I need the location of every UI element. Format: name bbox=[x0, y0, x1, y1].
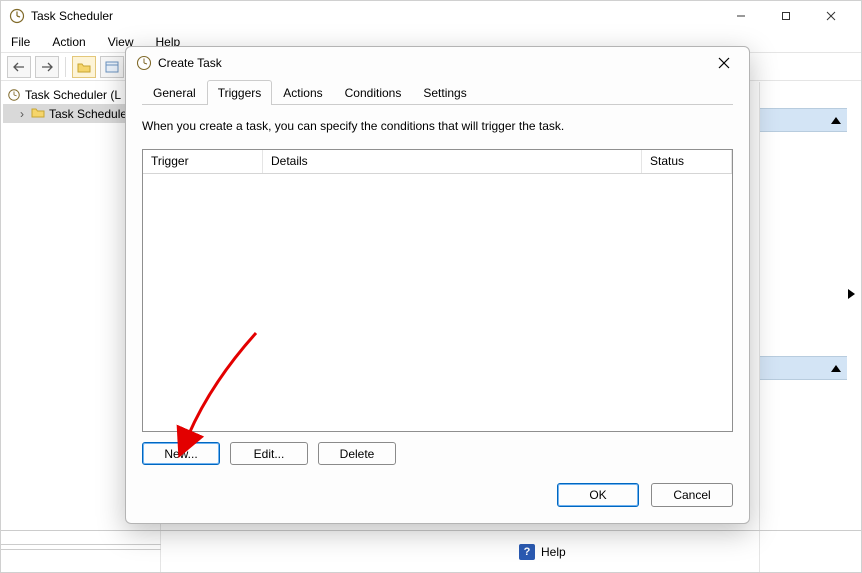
tab-general[interactable]: General bbox=[142, 80, 207, 105]
list-header: Trigger Details Status bbox=[143, 150, 732, 174]
trigger-button-row: New... Edit... Delete bbox=[142, 442, 733, 465]
toolbar-properties-icon[interactable] bbox=[100, 56, 124, 78]
edit-button[interactable]: Edit... bbox=[230, 442, 308, 465]
col-trigger[interactable]: Trigger bbox=[143, 150, 263, 173]
minimize-button[interactable] bbox=[718, 1, 763, 31]
tab-settings[interactable]: Settings bbox=[412, 80, 477, 105]
folder-icon bbox=[31, 106, 45, 121]
new-button[interactable]: New... bbox=[142, 442, 220, 465]
actions-section-2[interactable] bbox=[760, 356, 847, 380]
task-scheduler-icon bbox=[7, 88, 21, 102]
expand-icon[interactable]: › bbox=[17, 107, 27, 121]
dialog-title: Create Task bbox=[158, 56, 222, 70]
nav-back-button[interactable] bbox=[7, 56, 31, 78]
tab-description: When you create a task, you can specify … bbox=[142, 119, 733, 133]
tree-root-label: Task Scheduler (L bbox=[25, 88, 121, 102]
close-button[interactable] bbox=[808, 1, 853, 31]
toolbar-folder-icon[interactable] bbox=[72, 56, 96, 78]
col-status[interactable]: Status bbox=[642, 150, 732, 173]
collapse-up-icon bbox=[831, 365, 841, 372]
dialog-body: General Triggers Actions Conditions Sett… bbox=[126, 79, 749, 479]
tree-library-label: Task Schedule bbox=[49, 107, 127, 121]
bottom-status-area: ? Help bbox=[1, 530, 861, 572]
main-titlebar: Task Scheduler bbox=[1, 1, 861, 31]
window-title: Task Scheduler bbox=[31, 9, 113, 23]
col-details[interactable]: Details bbox=[263, 150, 642, 173]
tab-triggers[interactable]: Triggers bbox=[207, 80, 273, 105]
create-task-dialog: Create Task General Triggers Actions Con… bbox=[125, 46, 750, 524]
delete-button[interactable]: Delete bbox=[318, 442, 396, 465]
triggers-list[interactable]: Trigger Details Status bbox=[142, 149, 733, 432]
dialog-close-button[interactable] bbox=[709, 51, 739, 75]
ok-button[interactable]: OK bbox=[557, 483, 639, 507]
menu-action[interactable]: Action bbox=[48, 33, 89, 51]
maximize-button[interactable] bbox=[763, 1, 808, 31]
nav-forward-button[interactable] bbox=[35, 56, 59, 78]
collapse-up-icon bbox=[831, 117, 841, 124]
menu-file[interactable]: File bbox=[7, 33, 34, 51]
actions-section-1[interactable] bbox=[760, 108, 847, 132]
task-scheduler-icon bbox=[9, 8, 25, 24]
dialog-footer: OK Cancel bbox=[126, 479, 749, 523]
tab-actions[interactable]: Actions bbox=[272, 80, 333, 105]
help-label[interactable]: Help bbox=[541, 545, 566, 559]
actions-scroll-indicator[interactable] bbox=[760, 282, 861, 306]
window-controls bbox=[718, 1, 853, 31]
dialog-titlebar: Create Task bbox=[126, 47, 749, 79]
help-icon: ? bbox=[519, 544, 535, 560]
actions-panel bbox=[759, 82, 861, 572]
cancel-button[interactable]: Cancel bbox=[651, 483, 733, 507]
tab-conditions[interactable]: Conditions bbox=[334, 80, 413, 105]
tab-strip: General Triggers Actions Conditions Sett… bbox=[142, 79, 733, 105]
arrow-right-icon bbox=[848, 289, 855, 299]
task-scheduler-icon bbox=[136, 55, 152, 71]
